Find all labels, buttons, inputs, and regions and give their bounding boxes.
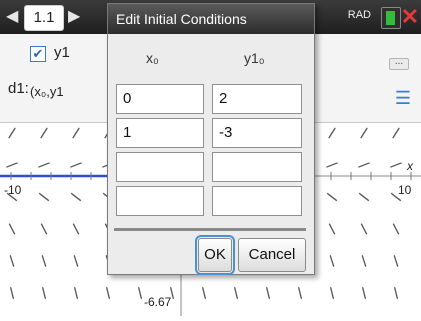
close-icon[interactable]: ✕: [401, 4, 419, 30]
slope-segment: [360, 223, 368, 235]
x-min-label: -10: [4, 183, 22, 197]
line-label: d1:: [8, 80, 29, 97]
slope-segment: [41, 287, 47, 299]
slope-segment: [390, 162, 402, 168]
slope-segment: [326, 162, 338, 168]
battery-icon: [381, 7, 401, 29]
slope-segment: [105, 287, 111, 299]
slope-segment: [329, 287, 335, 299]
function-label: y1: [54, 44, 70, 61]
slope-segment: [70, 192, 82, 202]
slope-segment: [326, 192, 338, 202]
function-checkbox[interactable]: ✔: [30, 46, 46, 62]
slope-segment: [360, 127, 368, 139]
cancel-button[interactable]: Cancel: [238, 238, 306, 272]
x0-field-3[interactable]: [116, 152, 204, 182]
slope-segment: [358, 162, 370, 168]
more-options-icon[interactable]: ...: [389, 57, 409, 70]
slope-segment: [40, 223, 48, 235]
slope-segment: [392, 223, 400, 235]
slope-segment: [70, 162, 82, 168]
slope-segment: [6, 162, 18, 168]
x-max-label: 10: [398, 183, 412, 197]
slope-segment: [361, 255, 367, 267]
edit-initial-conditions-dialog: Edit Initial Conditions x₀ y1₀ 0 2 1 -3 …: [107, 3, 315, 275]
slope-segment: [265, 287, 271, 299]
slope-segment: [361, 287, 367, 299]
slope-segment: [392, 127, 400, 139]
slope-segment: [393, 255, 399, 267]
slope-segment: [329, 255, 335, 267]
slope-segment: [41, 255, 47, 267]
y10-field-2[interactable]: -3: [212, 118, 302, 148]
initial-conditions-label[interactable]: (x₀,y1: [30, 84, 64, 99]
slope-segment: [73, 255, 79, 267]
slope-segment: [393, 287, 399, 299]
slope-segment: [201, 287, 207, 299]
slope-segment: [297, 287, 303, 299]
slope-segment: [8, 127, 16, 139]
slope-segment: [9, 287, 15, 299]
slope-segment: [72, 127, 80, 139]
dialog-title: Edit Initial Conditions: [108, 4, 314, 34]
slope-segment: [73, 287, 79, 299]
slope-segment: [358, 192, 370, 202]
y10-field-1[interactable]: 2: [212, 84, 302, 114]
slope-segment: [38, 162, 50, 168]
angle-mode-indicator: RAD: [347, 9, 371, 21]
y-axis-label: -6.67: [144, 295, 172, 309]
slope-segment: [38, 192, 50, 202]
slope-segment: [72, 223, 80, 235]
y10-field-4[interactable]: [212, 186, 302, 216]
previous-page-arrow-icon[interactable]: ◀: [6, 6, 18, 26]
next-page-arrow-icon[interactable]: ▶: [68, 6, 80, 26]
slope-segment: [328, 223, 336, 235]
x0-field-2[interactable]: 1: [116, 118, 204, 148]
tab-page[interactable]: 1.1: [24, 5, 64, 31]
x-axis-letter: x: [407, 159, 413, 173]
list-icon[interactable]: ☰: [395, 88, 411, 109]
slope-segment: [137, 287, 143, 299]
y10-column-header: y1₀: [244, 50, 265, 66]
x0-column-header: x₀: [146, 50, 159, 66]
dialog-divider: [114, 228, 306, 231]
ok-button[interactable]: OK: [195, 235, 235, 275]
y10-field-3[interactable]: [212, 152, 302, 182]
slope-segment: [8, 223, 16, 235]
slope-segment: [9, 255, 15, 267]
slope-segment: [233, 287, 239, 299]
slope-segment: [328, 127, 336, 139]
slope-segment: [40, 127, 48, 139]
x0-field-1[interactable]: 0: [116, 84, 204, 114]
x0-field-4[interactable]: [116, 186, 204, 216]
